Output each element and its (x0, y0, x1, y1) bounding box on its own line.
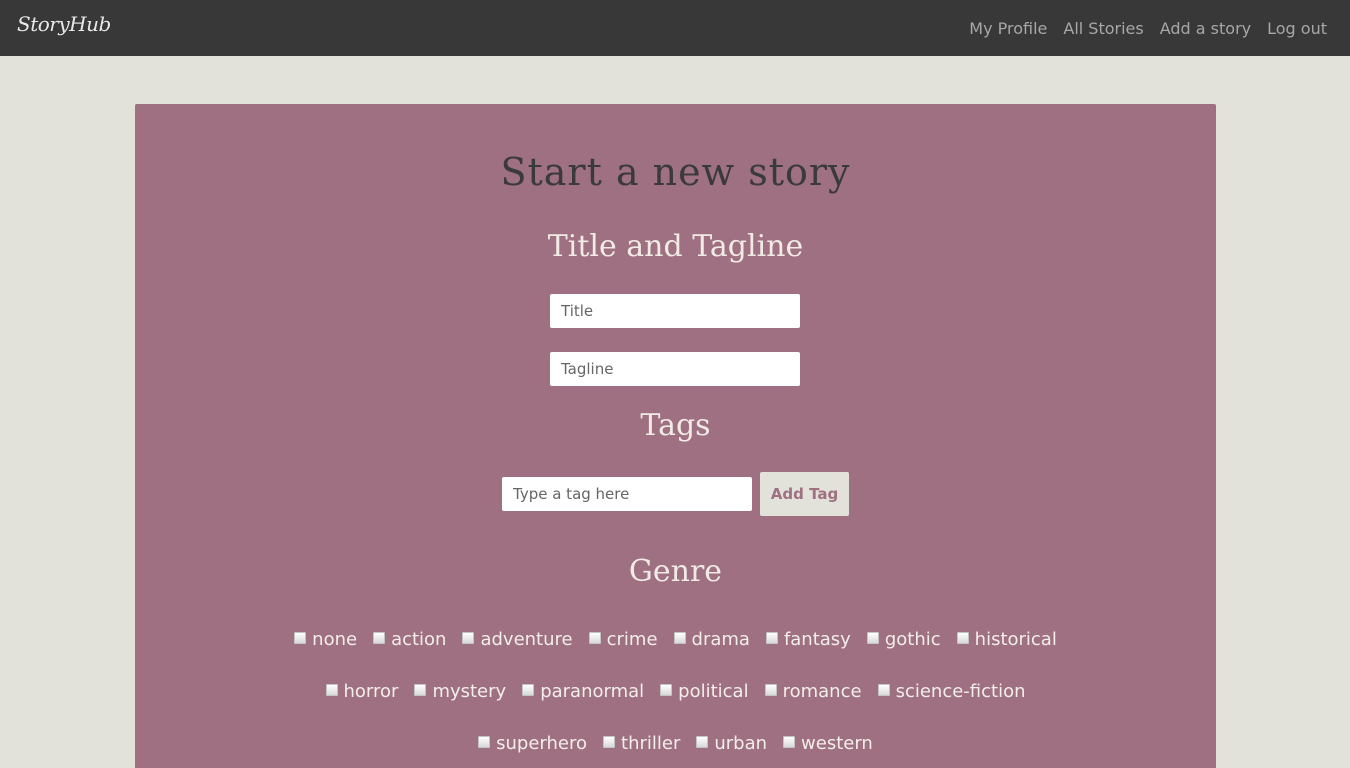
storyhub-logo[interactable]: StoryHub (17, 12, 111, 36)
nav-links: My Profile All Stories Add a story Log o… (969, 0, 1327, 56)
genre-option-none[interactable]: none (294, 629, 357, 650)
genre-checkbox[interactable] (462, 632, 475, 644)
nav-all-stories-link[interactable]: All Stories (1063, 19, 1143, 38)
genre-checkbox[interactable] (877, 684, 890, 696)
nav-log-out-link[interactable]: Log out (1267, 19, 1327, 38)
genre-label: none (312, 628, 358, 650)
genre-label: paranormal (540, 680, 645, 702)
genre-checkbox[interactable] (866, 632, 879, 644)
genre-label: fantasy (783, 628, 851, 650)
tagline-input[interactable] (550, 352, 800, 386)
genre-label: urban (714, 732, 768, 754)
genre-label: crime (606, 628, 658, 650)
nav-my-profile-link[interactable]: My Profile (969, 19, 1047, 38)
genre-checkbox[interactable] (956, 632, 969, 644)
genre-label: superhero (496, 732, 588, 754)
genre-option-mystery[interactable]: mystery (414, 681, 506, 702)
genre-option-historical[interactable]: historical (956, 628, 1057, 650)
genre-row-2: horror mystery paranormal political roma… (135, 676, 1216, 706)
genre-checkbox[interactable] (764, 684, 777, 696)
tag-input[interactable] (502, 477, 752, 511)
genre-checkbox[interactable] (373, 632, 386, 644)
title-input[interactable] (550, 294, 800, 328)
genre-checkbox[interactable] (522, 684, 535, 696)
genre-label: science-fiction (895, 680, 1026, 702)
genre-checkbox[interactable] (696, 736, 709, 748)
genre-option-action[interactable]: action (373, 629, 446, 650)
genre-checkbox[interactable] (660, 684, 673, 696)
genre-heading: Genre (628, 554, 723, 589)
genre-option-drama[interactable]: drama (673, 628, 750, 650)
genre-row-1: none action adventure crime drama fantas… (135, 624, 1216, 654)
genre-option-romance[interactable]: romance (764, 680, 862, 702)
genre-checkbox[interactable] (294, 632, 307, 644)
genre-label: gothic (884, 628, 941, 650)
genre-checkbox[interactable] (325, 684, 338, 696)
page-title: Start a new story (500, 150, 851, 194)
tags-heading: Tags (640, 408, 711, 443)
genre-label: thriller (621, 732, 681, 754)
genre-label: western (801, 732, 873, 754)
genre-option-political[interactable]: political (660, 680, 749, 702)
genre-label: political (678, 680, 749, 702)
genre-checkbox[interactable] (414, 684, 427, 696)
genre-option-superhero[interactable]: superhero (478, 733, 587, 754)
new-story-card: Start a new story Title and Tagline Tags… (135, 104, 1216, 768)
genre-checkbox[interactable] (783, 736, 796, 748)
genre-option-science-fiction[interactable]: science-fiction (877, 680, 1026, 702)
genre-option-gothic[interactable]: gothic (866, 628, 941, 650)
genre-label: romance (782, 680, 862, 702)
genre-row-3: superhero thriller urban western (135, 728, 1216, 758)
genre-label: mystery (432, 680, 507, 702)
genre-checkbox[interactable] (673, 632, 686, 644)
genre-option-western[interactable]: western (783, 733, 873, 754)
title-tagline-heading: Title and Tagline (547, 229, 804, 264)
add-tag-button[interactable]: Add Tag (760, 472, 849, 516)
nav-add-story-link[interactable]: Add a story (1160, 19, 1251, 38)
genre-option-fantasy[interactable]: fantasy (765, 628, 851, 650)
genre-option-urban[interactable]: urban (696, 733, 767, 754)
genre-option-thriller[interactable]: thriller (603, 733, 680, 754)
genre-option-adventure[interactable]: adventure (462, 628, 573, 650)
genre-label: action (391, 628, 447, 650)
genre-label: historical (974, 628, 1057, 650)
genre-checkbox[interactable] (765, 632, 778, 644)
genre-option-paranormal[interactable]: paranormal (522, 681, 644, 702)
genre-label: horror (343, 680, 399, 702)
genre-option-crime[interactable]: crime (588, 628, 658, 650)
genre-label: drama (691, 628, 750, 650)
genre-label: adventure (480, 628, 573, 650)
top-navbar: StoryHub My Profile All Stories Add a st… (0, 0, 1350, 56)
genre-checkbox[interactable] (603, 736, 616, 748)
genre-checkbox[interactable] (588, 632, 601, 644)
genre-option-horror[interactable]: horror (325, 680, 399, 702)
genre-checkbox[interactable] (478, 736, 491, 748)
